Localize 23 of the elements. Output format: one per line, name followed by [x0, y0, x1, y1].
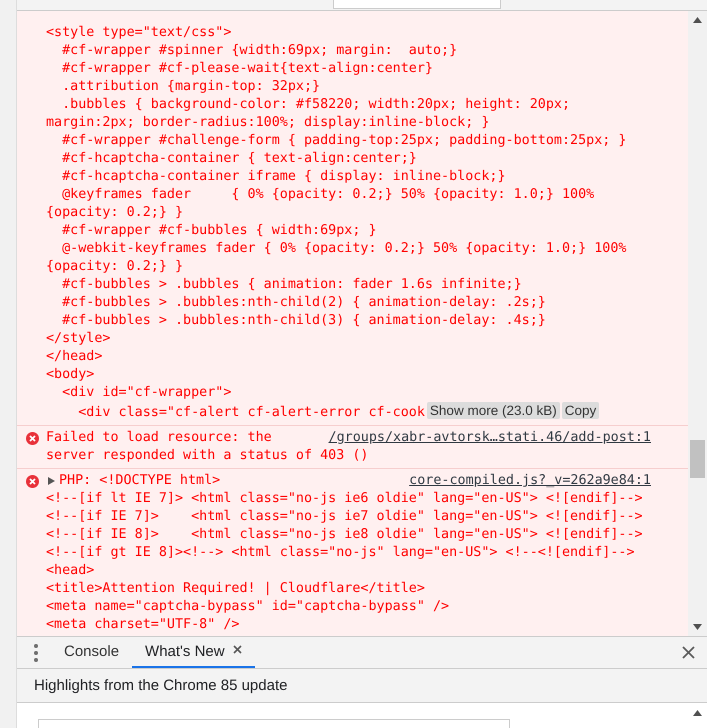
log-message: <!--[if lt IE 7]> <html class="no-js ie6 oldie" lang="en-US"> <![endif]--> <!--[if IE 7]> <html class="no-js ie7 oldie" lang="en-US"> <![endif]--> <!--[if IE 8]> <html class="no-js ie8 oldie" lang="en-US"> <![endif]--> <!--[if gt IE 8]><!--> <html class="no-js" lang="en-US"> <!--<![endif]--> <head> <title>Attention Required! | Cloudflare</title> <meta name="captcha-bypass" id="captcha-bypass" /> <meta charset="UTF-8" /> — [46, 490, 644, 634]
more-menu-icon[interactable] — [34, 644, 38, 662]
scroll-up-arrow-icon[interactable] — [693, 710, 702, 716]
show-more-button[interactable]: Show more (23.0 kB) — [426, 402, 560, 419]
log-message: <style type="text/css"> #cf-wrapper #spinner {width:69px; margin: auto;} #cf-wrapper #cf-please-wait{text-align:center} .attribution {margin-top: 32px;} .bubbles { background-color: #f58220; width:20px; height: 20px; margin:2px; border-radius:100%; display:inline-block; } #cf-wrapper #challenge-form { padding-top:25px; padding-bottom:25px; } #cf-hcaptcha-container { text-align:center;} #cf-hcaptcha-container iframe { display: inline-block;} @keyframes fader { 0% {opacity: 0.2;} 50% {opacity: 1.0;} 100% {opacity: 0.2;} } #cf-wrapper #cf-bubbles { width:69px; } @-webkit-keyframes fader { 0% {opacity: 0.2;} 50% {opacity: 1.0;} 100% {opacity: 0.2;} } #cf-bubbles > .bubbles { animation: fader 1.6s infinite;} #cf-bubbles > .bubbles:nth-child(2) { animation-delay: .2s;} #cf-bubbles > .bubbles:nth-child(3) { animation-delay: .4s;} </style> </head> <body> <div id="cf-wrapper"> — [46, 24, 628, 402]
filter-field[interactable] — [333, 0, 501, 9]
drawer-tab[interactable]: Console — [51, 637, 132, 668]
scrollbar-thumb[interactable] — [690, 440, 705, 478]
scroll-up-arrow-icon[interactable] — [693, 17, 702, 23]
copy-button[interactable]: Copy — [562, 402, 600, 419]
log-message: <div class="cf-alert cf-alert-error cf-cook — [77, 405, 425, 420]
log-message: Failed to load resource: the — [46, 429, 272, 447]
source-link[interactable]: /groups/xabr-avtorsk…stati.46/add-post:1 — [328, 429, 651, 447]
source-link[interactable]: core-compiled.js?_v=262a9e84:1 — [409, 472, 651, 490]
close-icon[interactable] — [682, 646, 695, 659]
error-icon — [26, 432, 39, 445]
log-message: PHP: <!DOCTYPE html> — [59, 472, 220, 490]
scroll-down-arrow-icon[interactable] — [693, 624, 702, 630]
error-icon — [26, 475, 39, 488]
close-icon[interactable] — [232, 645, 242, 654]
expand-triangle-icon[interactable] — [48, 477, 55, 485]
whats-new-title: Highlights from the Chrome 85 update — [34, 677, 288, 694]
log-message: server responded with a status of 403 () — [46, 447, 370, 465]
